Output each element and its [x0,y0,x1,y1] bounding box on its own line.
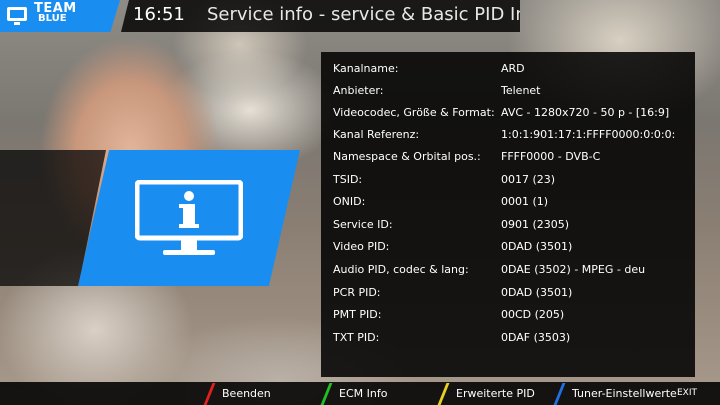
exit-key-button[interactable]: EXIT [672,386,702,401]
info-label: PMT PID: [333,308,382,321]
logo-text-blue: BLUE [38,13,67,24]
info-monitor-icon [135,180,243,255]
info-row-txt-pid: TXT PID: 0DAF (3503) [333,327,693,349]
info-value: AVC - 1280x720 - 50 p - [16:9] [501,106,670,119]
blue-key-indicator [553,383,566,405]
info-label: ONID: [333,195,366,208]
info-value: ARD [501,62,525,75]
info-label: Kanal Referenz: [333,128,420,141]
info-row-tsid: TSID: 0017 (23) [333,169,693,191]
screen-title: Service info - service & Basic PID Info [207,4,520,25]
info-value: 0017 (23) [501,173,556,186]
info-row-channel-name: Kanalname: ARD [333,58,693,80]
team-blue-logo: TEAM BLUE [0,0,120,32]
info-row-onid: ONID: 0001 (1) [333,191,693,213]
info-row-video-codec: Videocodec, Größe & Format: AVC - 1280x7… [333,102,693,124]
info-row-provider: Anbieter: Telenet [333,80,693,102]
info-row-channel-reference: Kanal Referenz: 1:0:1:901:17:1:FFFF0000:… [333,124,693,146]
info-label: Video PID: [333,240,390,253]
info-row-audio-pid: Audio PID, codec & lang: 0DAE (3502) - M… [333,259,693,281]
red-key-indicator [203,383,216,405]
info-row-namespace: Namespace & Orbital pos.: FFFF0000 - DVB… [333,146,693,168]
info-row-video-pid: Video PID: 0DAD (3501) [333,236,693,258]
info-label: Kanalname: [333,62,399,75]
info-value: Telenet [501,84,541,97]
info-label: Anbieter: [333,84,384,97]
yellow-button-erweiterte-pid[interactable]: Erweiterte PID [437,382,535,405]
button-label: Erweiterte PID [456,387,535,400]
top-bar: TEAM BLUE 16:51 Service info - service &… [0,0,720,32]
info-label: Service ID: [333,218,393,231]
button-label: Tuner-Einstellwerte [572,387,677,400]
info-label: Namespace & Orbital pos.: [333,150,481,163]
button-label: Beenden [222,387,271,400]
service-info-panel: Kanalname: ARD Anbieter: Telenet Videoco… [321,52,695,377]
button-label: ECM Info [339,387,388,400]
info-value: 1:0:1:901:17:1:FFFF0000:0:0:0: [501,128,676,141]
red-button-beenden[interactable]: Beenden [203,382,271,405]
info-row-service-id: Service ID: 0901 (2305) [333,214,693,236]
logo-mark-icon [7,7,27,25]
info-value: 0DAD (3501) [501,286,573,299]
green-key-indicator [320,383,333,405]
info-value: 0DAE (3502) - MPEG - deu [501,263,646,276]
title-bar: 16:51 Service info - service & Basic PID… [121,0,520,32]
green-button-ecm-info[interactable]: ECM Info [320,382,388,405]
info-value: FFFF0000 - DVB-C [501,150,601,163]
info-value: 0001 (1) [501,195,549,208]
yellow-key-indicator [437,383,450,405]
info-value: 0901 (2305) [501,218,570,231]
info-value: 00CD (205) [501,308,565,321]
info-row-pcr-pid: PCR PID: 0DAD (3501) [333,282,693,304]
info-label: Videocodec, Größe & Format: [333,106,495,119]
clock: 16:51 [133,4,185,25]
info-row-pmt-pid: PMT PID: 00CD (205) [333,304,693,326]
info-label: Audio PID, codec & lang: [333,263,469,276]
blue-button-tuner-einstellwerte[interactable]: Tuner-Einstellwerte [553,382,677,405]
info-value: 0DAF (3503) [501,331,571,344]
info-label: PCR PID: [333,286,381,299]
info-value: 0DAD (3501) [501,240,573,253]
info-label: TXT PID: [333,331,380,344]
info-label: TSID: [333,173,363,186]
button-bar: Beenden ECM Info Erweiterte PID Tuner-Ei… [0,382,720,405]
